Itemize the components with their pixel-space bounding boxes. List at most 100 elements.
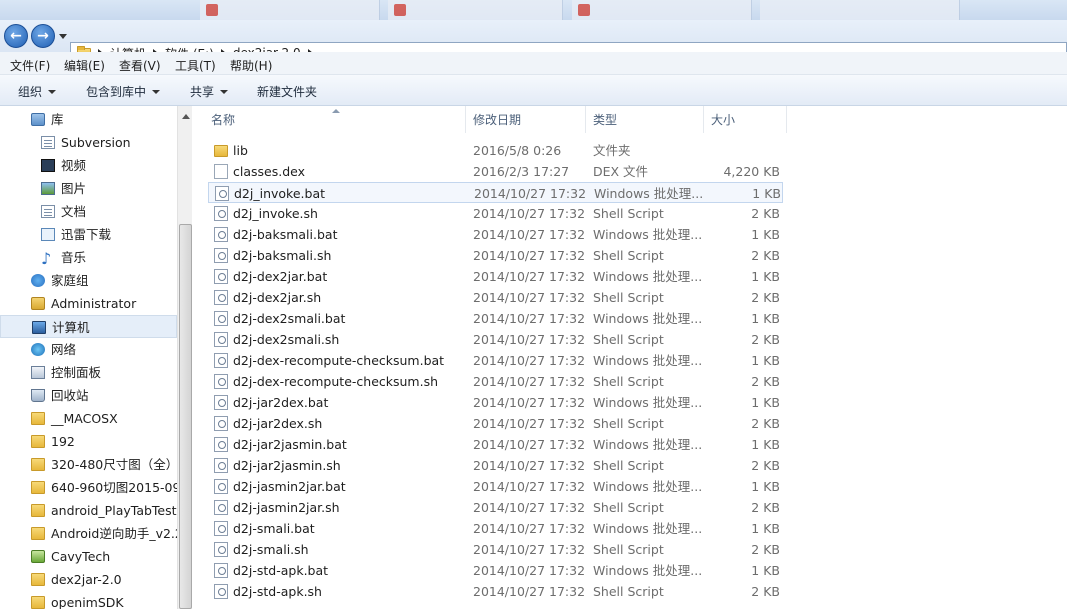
table-row[interactable]: d2j-dex2jar.bat 2014/10/27 17:32 Windows 批… xyxy=(208,266,783,287)
background-tab[interactable] xyxy=(388,0,563,20)
sidebar-item[interactable]: 音乐 xyxy=(0,246,177,269)
new-folder-button[interactable]: 新建文件夹 xyxy=(257,83,317,100)
table-row[interactable]: d2j-std-apk.bat 2014/10/27 17:32 Windows 批… xyxy=(208,560,783,581)
sidebar-item[interactable]: __MACOSX xyxy=(0,407,177,430)
document-icon xyxy=(41,205,55,218)
table-row[interactable]: d2j-smali.sh 2014/10/27 17:32 Shell Script… xyxy=(208,539,783,560)
menu-view[interactable]: 查看(V) xyxy=(119,57,161,74)
table-row[interactable]: d2j-dex-recompute-checksum.bat 2014/10/27… xyxy=(208,350,783,371)
file-name: d2j-dex-recompute-checksum.bat xyxy=(233,353,445,368)
sidebar-item[interactable]: Administrator xyxy=(0,292,177,315)
sidebar-item[interactable]: openimSDK xyxy=(0,591,177,609)
recent-pages-dropdown-icon[interactable] xyxy=(59,34,67,39)
table-row[interactable]: d2j-smali.bat 2014/10/27 17:32 Windows 批处理… xyxy=(208,518,783,539)
table-row[interactable]: d2j-jar2dex.bat 2014/10/27 17:32 Windows 批… xyxy=(208,392,783,413)
sidebar-item[interactable]: dex2jar-2.0 xyxy=(0,568,177,591)
script-file-icon xyxy=(214,500,228,515)
file-type: 文件夹 xyxy=(593,143,631,158)
picture-icon xyxy=(41,182,55,195)
table-row[interactable]: d2j-jar2dex.sh 2014/10/27 17:32 Shell Scri… xyxy=(208,413,783,434)
background-tab[interactable] xyxy=(572,0,752,20)
column-date-modified[interactable]: 修改日期 xyxy=(466,106,586,133)
column-size[interactable]: 大小 xyxy=(704,106,787,133)
scroll-up-icon[interactable] xyxy=(182,114,190,119)
sidebar-item[interactable]: 家庭组 xyxy=(0,269,177,292)
table-row[interactable]: d2j-baksmali.sh 2014/10/27 17:32 Shell Scr… xyxy=(208,245,783,266)
sidebar-item-label: 网络 xyxy=(51,342,77,357)
sidebar-item-label: 192 xyxy=(51,434,75,449)
sidebar-item[interactable]: 192 xyxy=(0,430,177,453)
folder-icon xyxy=(31,458,45,471)
sidebar-item[interactable]: 640-960切图2015-09- xyxy=(0,476,177,499)
sidebar-item-label: openimSDK xyxy=(51,595,124,609)
sidebar-item[interactable]: 320-480尺寸图（全） xyxy=(0,453,177,476)
file-name: d2j-smali.bat xyxy=(233,521,315,536)
file-size: 1 KB xyxy=(751,395,780,410)
table-row[interactable]: d2j_invoke.sh 2014/10/27 17:32 Shell Scrip… xyxy=(208,203,783,224)
column-type[interactable]: 类型 xyxy=(586,106,704,133)
table-row[interactable]: d2j-dex-recompute-checksum.sh 2014/10/27 … xyxy=(208,371,783,392)
column-name[interactable]: 名称 xyxy=(204,106,466,133)
table-row[interactable]: classes.dex 2016/2/3 17:27 DEX 文件 4,220 KB xyxy=(208,161,783,182)
menu-file[interactable]: 文件(F) xyxy=(10,57,50,74)
file-type: Windows 批处理... xyxy=(593,353,703,368)
include-in-library-button[interactable]: 包含到库中 xyxy=(86,83,161,100)
file-name: classes.dex xyxy=(233,164,306,179)
background-tab[interactable] xyxy=(760,0,960,20)
sidebar-item[interactable]: 回收站 xyxy=(0,384,177,407)
menu-edit[interactable]: 编辑(E) xyxy=(64,57,105,74)
forward-button[interactable]: → xyxy=(31,24,55,48)
table-row[interactable]: d2j-jasmin2jar.bat 2014/10/27 17:32 Window… xyxy=(208,476,783,497)
file-size: 2 KB xyxy=(751,500,780,515)
file-type: Shell Script xyxy=(593,248,664,263)
table-row[interactable]: lib 2016/5/8 0:26 文件夹 xyxy=(208,140,783,161)
file-type: DEX 文件 xyxy=(593,164,649,179)
share-button[interactable]: 共享 xyxy=(190,83,229,100)
file-type: Shell Script xyxy=(593,332,664,347)
table-row[interactable]: d2j-dex2jar.sh 2014/10/27 17:32 Shell Scri… xyxy=(208,287,783,308)
file-type: Shell Script xyxy=(593,374,664,389)
organize-button[interactable]: 组织 xyxy=(18,83,57,100)
table-row[interactable]: d2j-std-apk.sh 2014/10/27 17:32 Shell Scri… xyxy=(208,581,783,602)
sidebar-item[interactable]: Android逆向助手_v2.2 xyxy=(0,522,177,545)
table-row[interactable]: d2j-dex2smali.bat 2014/10/27 17:32 Windows… xyxy=(208,308,783,329)
sidebar-item[interactable]: CavyTech xyxy=(0,545,177,568)
sidebar-item[interactable]: 网络 xyxy=(0,338,177,361)
sidebar-item[interactable]: 控制面板 xyxy=(0,361,177,384)
background-tab[interactable] xyxy=(200,0,380,20)
table-row[interactable]: d2j-baksmali.bat 2014/10/27 17:32 Windows … xyxy=(208,224,783,245)
sidebar-item[interactable]: 迅雷下载 xyxy=(0,223,177,246)
folder-icon xyxy=(31,435,45,448)
computer-icon xyxy=(32,321,46,334)
script-file-icon xyxy=(214,374,228,389)
network-icon xyxy=(31,343,45,356)
caret-down-icon xyxy=(152,90,161,94)
scrollbar-thumb[interactable] xyxy=(179,224,192,609)
sidebar-item[interactable]: 文档 xyxy=(0,200,177,223)
sidebar-item[interactable]: Subversion xyxy=(0,131,177,154)
sidebar-item[interactable]: android_PlayTabTest xyxy=(0,499,177,522)
menu-tools[interactable]: 工具(T) xyxy=(175,57,216,74)
sidebar-item[interactable]: 库 xyxy=(0,108,177,131)
table-row[interactable]: d2j-jasmin2jar.sh 2014/10/27 17:32 Shell S… xyxy=(208,497,783,518)
file-size: 1 KB xyxy=(751,479,780,494)
table-row[interactable]: d2j-jar2jasmin.sh 2014/10/27 17:32 Shell S… xyxy=(208,455,783,476)
tab-favicon-icon xyxy=(206,4,218,16)
file-type: Windows 批处理... xyxy=(594,186,704,201)
browser-tab-strip xyxy=(0,0,1067,20)
back-button[interactable]: ← xyxy=(4,24,28,48)
file-name: d2j-dex2jar.sh xyxy=(233,290,322,305)
sidebar-item[interactable]: 计算机 xyxy=(0,315,177,338)
menu-help[interactable]: 帮助(H) xyxy=(230,57,272,74)
navigation-scrollbar[interactable] xyxy=(177,106,192,609)
recycle-bin-icon xyxy=(31,389,45,402)
sidebar-item[interactable]: 图片 xyxy=(0,177,177,200)
table-row[interactable]: d2j_invoke.bat 2014/10/27 17:32 Windows 批处… xyxy=(208,182,783,203)
sidebar-item-label: CavyTech xyxy=(51,549,111,564)
tab-favicon-icon xyxy=(394,4,406,16)
table-row[interactable]: d2j-dex2smali.sh 2014/10/27 17:32 Shell Sc… xyxy=(208,329,783,350)
table-row[interactable]: d2j-jar2jasmin.bat 2014/10/27 17:32 Window… xyxy=(208,434,783,455)
file-name: d2j_invoke.sh xyxy=(233,206,318,221)
sidebar-item[interactable]: 视频 xyxy=(0,154,177,177)
file-size: 4,220 KB xyxy=(723,164,780,179)
